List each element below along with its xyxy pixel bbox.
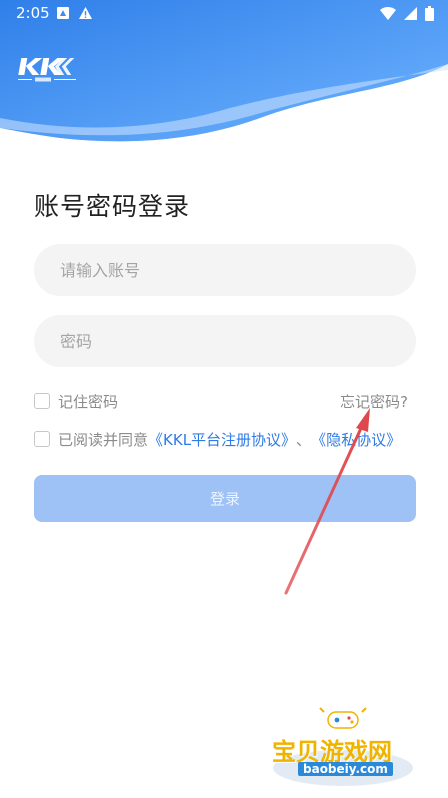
remember-row: 记住密码 忘记密码? (34, 389, 416, 413)
password-field[interactable] (34, 315, 416, 367)
cellular-signal-icon (404, 7, 417, 20)
page-title: 账号密码登录 (34, 192, 191, 221)
terms-link[interactable]: 《KKL平台注册协议》 (148, 429, 296, 450)
wifi-icon (380, 7, 396, 20)
warning-icon (79, 7, 92, 19)
account-input[interactable] (58, 259, 392, 281)
remember-label[interactable]: 记住密码 (58, 391, 118, 412)
agreement-row: 已阅读并同意 《KKL平台注册协议》 、 《隐私协议》 (34, 427, 416, 451)
password-input[interactable] (58, 330, 392, 352)
watermark: 宝贝游戏网 baobeiy.com (258, 698, 428, 790)
watermark-domain: baobeiy.com (298, 762, 393, 776)
agreement-separator: 、 (296, 430, 312, 449)
battery-icon (425, 6, 434, 21)
login-button[interactable]: 登录 (34, 475, 416, 522)
remember-checkbox[interactable] (34, 393, 50, 409)
status-bar: 2:05 (0, 0, 448, 26)
account-field[interactable] (34, 244, 416, 296)
privacy-link[interactable]: 《隐私协议》 (311, 429, 401, 450)
kkl-logo-icon (18, 58, 76, 82)
app-logo (16, 54, 82, 90)
agreement-text: 已阅读并同意 (58, 430, 149, 449)
agreement-checkbox[interactable] (34, 431, 50, 447)
notification-app-icon (57, 7, 69, 19)
status-time: 2:05 (16, 4, 50, 22)
forgot-password-link[interactable]: 忘记密码? (340, 391, 408, 412)
